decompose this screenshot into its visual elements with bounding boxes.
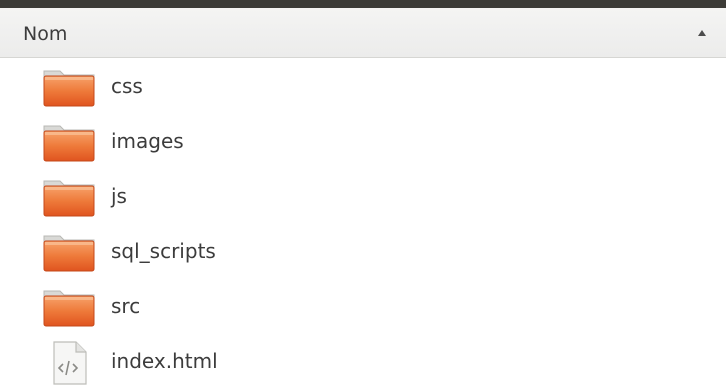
item-name: images	[111, 129, 184, 153]
folder-icon	[43, 125, 95, 162]
item-name: css	[111, 74, 143, 98]
list-item-images[interactable]: images	[0, 113, 726, 168]
list-item-css[interactable]: css	[0, 58, 726, 113]
item-name: js	[111, 184, 127, 208]
window-top-border	[0, 0, 726, 8]
folder-icon	[43, 290, 95, 327]
list-item-index-html[interactable]: index.html	[0, 333, 726, 385]
list-item-src[interactable]: src	[0, 278, 726, 333]
file-list: css images js sql_scripts src index.html	[0, 58, 726, 385]
sort-ascending-icon[interactable]	[698, 30, 706, 36]
folder-icon	[43, 235, 95, 272]
item-name: src	[111, 294, 141, 318]
html-file-icon	[53, 341, 87, 385]
folder-icon	[43, 70, 95, 107]
column-header-label: Nom	[23, 23, 68, 45]
item-name: sql_scripts	[111, 239, 216, 263]
folder-icon	[43, 180, 95, 217]
file-manager-window: Nom css images js sql_scripts src index.…	[0, 0, 726, 385]
list-item-sql-scripts[interactable]: sql_scripts	[0, 223, 726, 278]
item-name: index.html	[111, 349, 218, 373]
column-header-name[interactable]: Nom	[0, 8, 726, 58]
list-item-js[interactable]: js	[0, 168, 726, 223]
